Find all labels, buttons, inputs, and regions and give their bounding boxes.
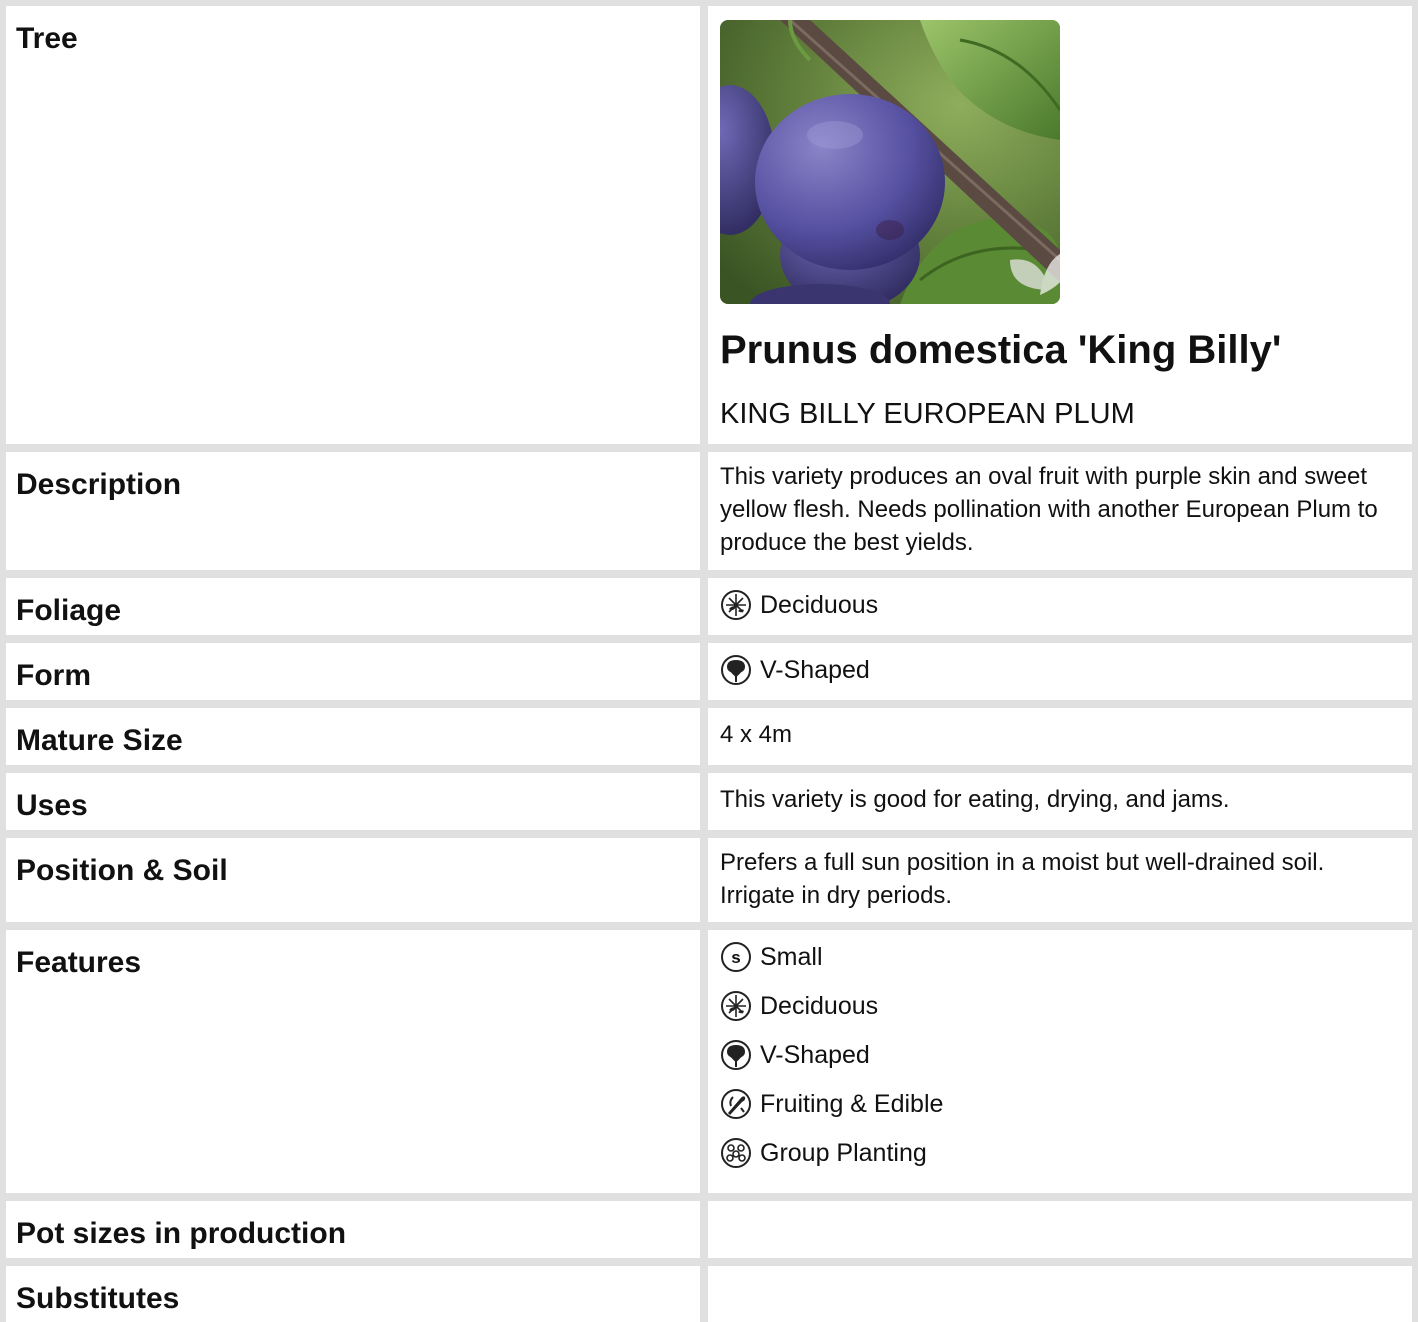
mature-size-value: 4 x 4m xyxy=(720,721,793,748)
feature-item: Fruiting & Edible xyxy=(720,1087,943,1121)
mature-size-row: Mature Size 4 x 4m xyxy=(6,708,1412,765)
feature-text: Small xyxy=(760,942,823,971)
feature-item: Deciduous xyxy=(720,989,878,1023)
uses-label-cell: Uses xyxy=(6,773,700,830)
position-soil-label-cell: Position & Soil xyxy=(6,838,700,922)
feature-item: Group Planting xyxy=(720,1136,927,1170)
form-label: Form xyxy=(16,659,91,692)
group-planting-icon xyxy=(720,1137,752,1169)
feature-text: Deciduous xyxy=(760,991,879,1020)
common-name: KING BILLY EUROPEAN PLUM xyxy=(720,398,1135,430)
pot-sizes-label: Pot sizes in production xyxy=(16,1217,347,1250)
form-label-cell: Form xyxy=(6,643,700,700)
features-label: Features xyxy=(16,946,142,979)
position-soil-row: Position & Soil Prefers a full sun posit… xyxy=(6,838,1412,922)
foliage-text: Deciduous xyxy=(760,590,879,619)
mature-size-label: Mature Size xyxy=(16,724,183,757)
substitutes-label-cell: Substitutes xyxy=(6,1266,700,1322)
features-value-cell: Small Deciduous V-Shaped Fruiting & Edib… xyxy=(708,930,1412,1193)
position-soil-value: Prefers a full sun position in a moist b… xyxy=(720,849,1325,909)
foliage-row: Foliage Deciduous xyxy=(6,578,1412,635)
fruiting-edible-icon xyxy=(720,1088,752,1120)
position-soil-label: Position & Soil xyxy=(16,854,228,887)
foliage-value: Deciduous xyxy=(720,588,878,622)
foliage-label: Foliage xyxy=(16,594,122,627)
header-label-cell: Tree xyxy=(6,6,700,444)
form-value-cell: V-Shaped xyxy=(708,643,1412,700)
form-row: Form V-Shaped xyxy=(6,643,1412,700)
feature-item: V-Shaped xyxy=(720,1038,870,1072)
description-value: This variety produces an oval fruit with… xyxy=(720,463,1378,556)
description-row: Description This variety produces an ova… xyxy=(6,452,1412,570)
header-value-cell: Prunus domestica 'King Billy' KING BILLY… xyxy=(708,6,1412,444)
uses-value: This variety is good for eating, drying,… xyxy=(720,786,1230,813)
uses-row: Uses This variety is good for eating, dr… xyxy=(6,773,1412,830)
pot-sizes-value-cell xyxy=(708,1201,1412,1258)
description-value-cell: This variety produces an oval fruit with… xyxy=(708,452,1412,570)
deciduous-icon xyxy=(720,589,752,621)
uses-value-cell: This variety is good for eating, drying,… xyxy=(708,773,1412,830)
features-label-cell: Features xyxy=(6,930,700,1193)
mature-size-label-cell: Mature Size xyxy=(6,708,700,765)
substitutes-value-cell xyxy=(708,1266,1412,1322)
botanical-name: Prunus domestica 'King Billy' xyxy=(720,328,1282,372)
small-icon xyxy=(720,941,752,973)
pot-sizes-label-cell: Pot sizes in production xyxy=(6,1201,700,1258)
feature-text: Group Planting xyxy=(760,1138,927,1167)
deciduous-icon xyxy=(720,990,752,1022)
mature-size-value-cell: 4 x 4m xyxy=(708,708,1412,765)
description-label-cell: Description xyxy=(6,452,700,570)
description-label: Description xyxy=(16,468,182,501)
form-value: V-Shaped xyxy=(720,653,870,687)
pot-sizes-row: Pot sizes in production xyxy=(6,1201,1412,1258)
feature-item: Small xyxy=(720,940,823,974)
category-label: Tree xyxy=(16,22,78,55)
position-soil-value-cell: Prefers a full sun position in a moist b… xyxy=(708,838,1412,922)
v-shaped-icon xyxy=(720,654,752,686)
form-text: V-Shaped xyxy=(760,655,870,684)
uses-label: Uses xyxy=(16,789,88,822)
plant-photo xyxy=(720,20,1060,304)
plant-details-table: Tree Prunus domestica 'King Billy' KING … xyxy=(0,0,1418,1322)
foliage-label-cell: Foliage xyxy=(6,578,700,635)
feature-text: Fruiting & Edible xyxy=(760,1089,944,1118)
header-row: Tree Prunus domestica 'King Billy' KING … xyxy=(6,6,1412,444)
substitutes-row: Substitutes xyxy=(6,1266,1412,1322)
features-row: Features Small Deciduous V-Shaped Fruiti… xyxy=(6,930,1412,1193)
foliage-value-cell: Deciduous xyxy=(708,578,1412,635)
feature-text: V-Shaped xyxy=(760,1040,870,1069)
substitutes-label: Substitutes xyxy=(16,1282,180,1315)
v-shaped-icon xyxy=(720,1039,752,1071)
